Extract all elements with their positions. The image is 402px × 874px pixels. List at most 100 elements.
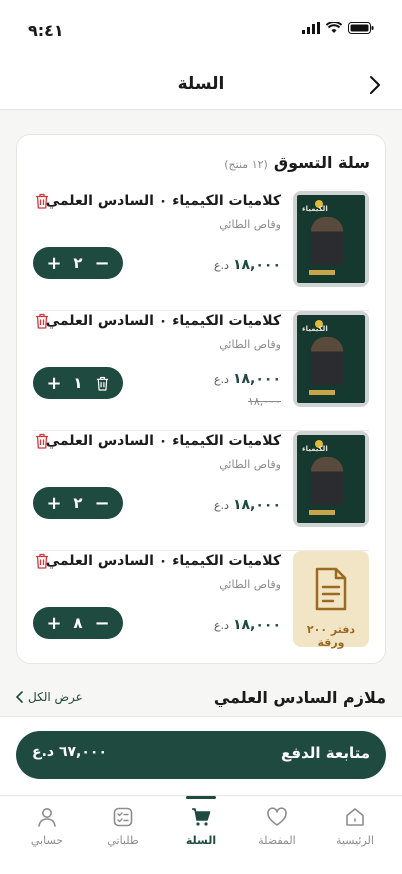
product-author: وقاص الطائي	[219, 338, 281, 351]
product-price: ١٨,٠٠٠ د.ع	[214, 617, 281, 633]
cart-count: (١٢ منتج)	[224, 158, 268, 171]
trash-icon	[96, 376, 108, 391]
price-value: ١٨,٠٠٠	[232, 617, 281, 633]
decrease-button[interactable]: −	[93, 613, 111, 634]
product-thumbnail[interactable]: الكيمياء	[293, 191, 369, 287]
cart-item: الكيمياء كلاميات الكيمياء ٠ السادس العلم…	[33, 431, 369, 551]
page-title: السلة	[177, 74, 225, 94]
product-price: ١٨,٠٠٠ د.ع	[214, 497, 281, 513]
checkout-label: متابعة الدفع	[281, 744, 370, 762]
cart-item: الكيمياء كلاميات الكيمياء ٠ السادس العلم…	[33, 311, 369, 431]
home-icon	[346, 808, 364, 826]
heart-icon	[267, 807, 287, 826]
document-icon	[315, 567, 347, 611]
cart-item: الكيمياء كلاميات الكيمياء ٠ السادس العلم…	[33, 191, 369, 311]
quantity-value: ١	[73, 374, 83, 392]
cart-card: سلة التسوق (١٢ منتج) الكيمياء كلاميات ال…	[16, 134, 386, 664]
remove-button[interactable]	[93, 374, 111, 392]
book-cover-title: الكيمياء	[302, 445, 328, 453]
tab-label: السلة	[185, 834, 217, 847]
old-price: ١٨,٠٠٠	[247, 395, 281, 408]
book-cover: الكيمياء	[297, 195, 365, 283]
tab-label: الرئيسية	[336, 834, 374, 847]
tab-label: حسابي	[30, 834, 64, 847]
signal-icon	[302, 22, 320, 34]
quantity-stepper: + ٢ −	[33, 247, 123, 279]
author-photo	[311, 337, 343, 385]
product-author: وقاص الطائي	[219, 458, 281, 471]
book-cover: الكيمياء	[297, 315, 365, 403]
section-title: ملازم السادس العلمي	[213, 688, 386, 707]
product-price: ١٨,٠٠٠ د.ع	[214, 257, 281, 273]
related-section-header: ملازم السادس العلمي عرض الكل	[16, 688, 386, 714]
chevron-left-icon	[16, 691, 23, 703]
checkout-button[interactable]: متابعة الدفع ٦٧,٠٠٠ د.ع	[16, 731, 386, 779]
quantity-value: ٢	[73, 254, 83, 272]
book-cover-title: الكيمياء	[302, 325, 328, 333]
trash-icon[interactable]	[35, 193, 49, 209]
product-name[interactable]: كلاميات الكيمياء ٠ السادس العلمي	[46, 553, 281, 569]
battery-icon	[348, 22, 374, 34]
checkout-total: ٦٧,٠٠٠ د.ع	[32, 744, 107, 760]
product-author: وقاص الطائي	[219, 578, 281, 591]
profile-icon	[38, 808, 56, 827]
quantity-stepper: + ١	[33, 367, 123, 399]
price-currency: د.ع	[213, 259, 229, 272]
tab-cart[interactable]: السلة	[166, 806, 236, 847]
product-price: ١٨,٠٠٠ د.ع	[214, 371, 281, 387]
status-bar: ٩:٤١	[0, 0, 402, 60]
cart-item: دفتر ٢٠٠ ورقة كلاميات الكيمياء ٠ السادس …	[33, 551, 369, 671]
price-currency: د.ع	[213, 619, 229, 632]
view-all-label: عرض الكل	[28, 690, 83, 704]
increase-button[interactable]: +	[45, 373, 63, 394]
chevron-right-icon[interactable]	[364, 74, 386, 96]
decrease-button[interactable]: −	[93, 253, 111, 274]
product-thumbnail[interactable]: الكيمياء	[293, 311, 369, 407]
view-all-link[interactable]: عرض الكل	[16, 690, 83, 704]
price-value: ١٨,٠٠٠	[232, 257, 281, 273]
product-thumbnail[interactable]: دفتر ٢٠٠ ورقة	[293, 551, 369, 649]
cart-screen: ٩:٤١ السلة سلة التسوق (١٢ منتج) الكيمياء	[0, 0, 402, 874]
cover-tag	[309, 510, 335, 515]
increase-button[interactable]: +	[45, 613, 63, 634]
checkout-bar: متابعة الدفع ٦٧,٠٠٠ د.ع	[0, 716, 402, 796]
cart-title: سلة التسوق	[273, 153, 370, 172]
quantity-value: ٢	[73, 494, 83, 512]
product-author: وقاص الطائي	[219, 218, 281, 231]
cart-header: سلة التسوق (١٢ منتج)	[224, 153, 370, 172]
bottom-tab-bar: الرئيسية المفضلة السلة طلباتي حسابي	[0, 795, 402, 874]
book-cover: الكيمياء	[297, 435, 365, 523]
price-currency: د.ع	[213, 499, 229, 512]
price-value: ١٨,٠٠٠	[232, 497, 281, 513]
increase-button[interactable]: +	[45, 253, 63, 274]
tab-label: طلباتي	[107, 834, 139, 847]
trash-icon[interactable]	[35, 433, 49, 449]
author-photo	[311, 217, 343, 265]
price-currency: د.ع	[213, 373, 229, 386]
price-value: ١٨,٠٠٠	[232, 371, 281, 387]
tab-profile[interactable]: حسابي	[12, 806, 82, 847]
wifi-icon	[326, 22, 342, 33]
orders-icon	[113, 807, 133, 827]
product-name[interactable]: كلاميات الكيمياء ٠ السادس العلمي	[46, 193, 281, 209]
tab-favorites[interactable]: المفضلة	[242, 806, 312, 847]
cover-tag	[309, 270, 335, 275]
cover-tag	[309, 390, 335, 395]
author-photo	[311, 457, 343, 505]
decrease-button[interactable]: −	[93, 493, 111, 514]
tab-home[interactable]: الرئيسية	[320, 806, 390, 847]
trash-icon[interactable]	[35, 313, 49, 329]
product-name[interactable]: كلاميات الكيمياء ٠ السادس العلمي	[46, 433, 281, 449]
increase-button[interactable]: +	[45, 493, 63, 514]
tab-orders[interactable]: طلباتي	[88, 806, 158, 847]
status-time: ٩:٤١	[28, 21, 64, 40]
quantity-value: ٨	[73, 614, 83, 632]
status-icons	[302, 22, 374, 34]
product-thumbnail[interactable]: الكيمياء	[293, 431, 369, 527]
book-cover-title: الكيمياء	[302, 205, 328, 213]
quantity-stepper: + ٢ −	[33, 487, 123, 519]
nav-header: السلة	[0, 60, 402, 110]
thumbnail-label: دفتر ٢٠٠ ورقة	[306, 623, 356, 649]
trash-icon[interactable]	[35, 553, 49, 569]
product-name[interactable]: كلاميات الكيمياء ٠ السادس العلمي	[46, 313, 281, 329]
